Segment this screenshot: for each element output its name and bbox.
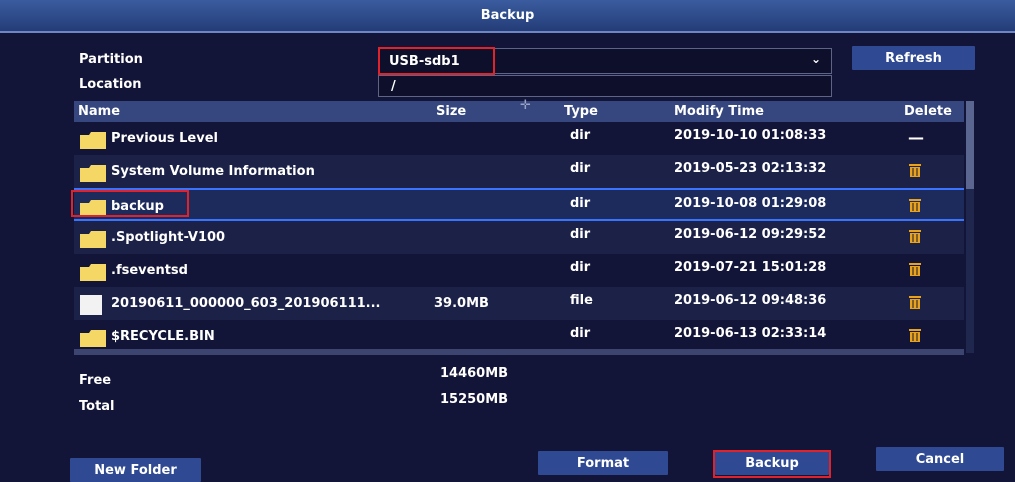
- row-name: .fseventsd: [111, 263, 188, 278]
- dash-icon: —: [908, 128, 924, 147]
- row-type: dir: [570, 227, 591, 242]
- backup-dialog: Backup Partition USB-sdb1 ⌄ Refresh Loca…: [0, 0, 1015, 482]
- folder-icon: [80, 200, 106, 217]
- row-type: dir: [570, 161, 591, 176]
- folder-icon: [80, 264, 106, 281]
- row-size: 39.0MB: [434, 296, 489, 311]
- table-row[interactable]: 20190611_000000_603_201906111... 39.0MB …: [74, 287, 964, 320]
- refresh-button[interactable]: Refresh: [852, 46, 975, 70]
- row-time: 2019-06-12 09:29:52: [674, 227, 827, 242]
- row-type: dir: [570, 326, 591, 341]
- trash-icon[interactable]: [909, 164, 921, 177]
- column-header-name[interactable]: Name: [78, 104, 120, 119]
- row-name: .Spotlight-V100: [111, 230, 226, 245]
- folder-icon: [80, 132, 106, 149]
- folder-icon: [80, 165, 106, 182]
- dialog-title: Backup: [0, 0, 1015, 33]
- trash-icon[interactable]: [909, 263, 921, 276]
- location-input[interactable]: /: [378, 75, 832, 97]
- table-row[interactable]: .fseventsd dir 2019-07-21 15:01:28: [74, 254, 964, 287]
- table-row-selected[interactable]: backup dir 2019-10-08 01:29:08: [74, 188, 964, 221]
- trash-icon[interactable]: [909, 199, 921, 212]
- trash-icon[interactable]: [909, 230, 921, 243]
- folder-icon: [80, 330, 106, 347]
- folder-icon: [80, 231, 106, 248]
- trash-icon[interactable]: [909, 329, 921, 342]
- partition-label: Partition: [79, 52, 143, 67]
- total-label: Total: [79, 399, 115, 414]
- row-time: 2019-06-13 02:33:14: [674, 326, 827, 341]
- row-type: file: [570, 293, 593, 308]
- row-name: $RECYCLE.BIN: [111, 329, 215, 344]
- location-label: Location: [79, 77, 142, 92]
- partition-value: USB-sdb1: [389, 53, 460, 69]
- partition-select[interactable]: USB-sdb1 ⌄: [378, 48, 832, 74]
- row-time: 2019-07-21 15:01:28: [674, 260, 827, 275]
- row-name: System Volume Information: [111, 164, 315, 179]
- free-value: 14460MB: [440, 366, 509, 381]
- row-name: Previous Level: [111, 131, 218, 146]
- table-row[interactable]: .Spotlight-V100 dir 2019-06-12 09:29:52: [74, 221, 964, 254]
- column-header-delete: Delete: [904, 104, 952, 119]
- horizontal-scrollbar[interactable]: [74, 349, 964, 355]
- column-header-size[interactable]: Size: [436, 104, 466, 119]
- row-time: 2019-05-23 02:13:32: [674, 161, 827, 176]
- backup-button[interactable]: Backup: [715, 451, 829, 475]
- table-header: Name Size Type Modify Time Delete: [74, 101, 964, 122]
- cancel-button[interactable]: Cancel: [876, 447, 1004, 471]
- location-value: /: [391, 78, 396, 94]
- free-label: Free: [79, 373, 112, 388]
- row-time: 2019-10-08 01:29:08: [674, 196, 827, 211]
- row-time: 2019-10-10 01:08:33: [674, 128, 827, 143]
- scrollbar-thumb[interactable]: [966, 101, 974, 189]
- row-type: dir: [570, 196, 591, 211]
- format-button[interactable]: Format: [538, 451, 668, 475]
- row-name: backup: [111, 199, 164, 214]
- vertical-scrollbar[interactable]: [966, 101, 974, 353]
- column-header-type[interactable]: Type: [564, 104, 598, 119]
- total-value: 15250MB: [440, 392, 509, 407]
- row-name: 20190611_000000_603_201906111...: [111, 296, 381, 311]
- row-time: 2019-06-12 09:48:36: [674, 293, 827, 308]
- row-type: dir: [570, 128, 591, 143]
- column-header-modify-time[interactable]: Modify Time: [674, 104, 764, 119]
- trash-icon[interactable]: [909, 296, 921, 309]
- chevron-down-icon: ⌄: [810, 52, 821, 66]
- table-row[interactable]: Previous Level dir 2019-10-10 01:08:33 —: [74, 122, 964, 155]
- file-icon: [80, 295, 102, 315]
- new-folder-button[interactable]: New Folder: [70, 458, 201, 482]
- table-row[interactable]: System Volume Information dir 2019-05-23…: [74, 155, 964, 188]
- crosshair-icon: ✛: [520, 98, 531, 113]
- row-type: dir: [570, 260, 591, 275]
